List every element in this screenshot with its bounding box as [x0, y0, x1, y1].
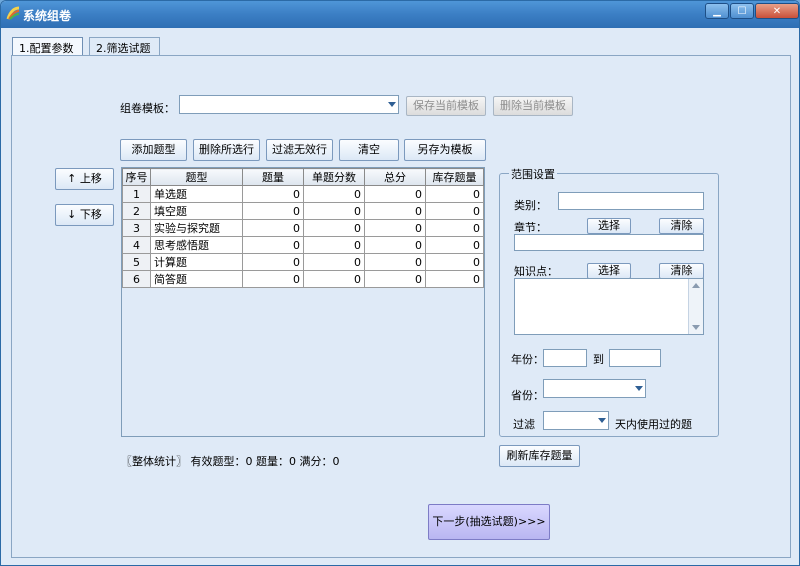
table-cell[interactable]: 0 [364, 202, 426, 220]
table-cell[interactable]: 0 [242, 253, 304, 271]
table-cell[interactable]: 计算题 [150, 253, 243, 271]
category-label: 类别： [514, 199, 547, 212]
year-from-input[interactable] [543, 349, 587, 367]
table-row[interactable]: 3 实验与探究题 0 0 0 0 [122, 219, 484, 237]
minimize-button[interactable]: ▁ [705, 3, 729, 19]
scroll-down-icon[interactable] [692, 325, 700, 330]
table-cell[interactable]: 0 [425, 270, 484, 288]
question-type-grid[interactable]: 序号 题型 题量 单题分数 总分 库存题量 1 单选题 0 0 0 0 2 填空题 0 0 0 0 3 实验与探究题… [121, 167, 485, 437]
table-cell[interactable]: 0 [242, 185, 304, 203]
app-icon [6, 6, 20, 20]
table-cell[interactable]: 0 [425, 185, 484, 203]
table-cell[interactable]: 0 [303, 253, 365, 271]
year-to-label: 到 [593, 353, 604, 366]
table-cell[interactable]: 3 [122, 219, 151, 237]
filter-invalid-rows-button[interactable]: 过滤无效行 [266, 139, 333, 161]
table-cell[interactable]: 简答题 [150, 270, 243, 288]
table-cell[interactable]: 2 [122, 202, 151, 220]
column-header[interactable]: 题型 [150, 168, 243, 186]
knowledge-point-label: 知识点： [514, 265, 558, 278]
table-row[interactable]: 4 思考感悟题 0 0 0 0 [122, 236, 484, 254]
table-cell[interactable]: 单选题 [150, 185, 243, 203]
template-combo[interactable] [179, 95, 399, 114]
save-template-button[interactable]: 保存当前模板 [406, 96, 486, 116]
table-cell[interactable]: 0 [242, 236, 304, 254]
chapter-clear-button[interactable]: 清除 [659, 218, 704, 234]
year-label: 年份： [511, 353, 544, 366]
table-cell[interactable]: 0 [242, 270, 304, 288]
window-title: 系统组卷 [23, 9, 72, 23]
table-cell[interactable]: 0 [425, 253, 484, 271]
table-cell[interactable]: 0 [303, 236, 365, 254]
table-row[interactable]: 1 单选题 0 0 0 0 [122, 185, 484, 203]
table-cell[interactable]: 0 [242, 219, 304, 237]
province-label: 省份： [511, 389, 544, 402]
table-cell[interactable]: 0 [303, 202, 365, 220]
delete-template-button[interactable]: 删除当前模板 [493, 96, 573, 116]
column-header[interactable]: 总分 [364, 168, 426, 186]
delete-selected-rows-button[interactable]: 删除所选行 [193, 139, 260, 161]
chevron-down-icon [635, 385, 643, 391]
column-header[interactable]: 库存题量 [425, 168, 484, 186]
question-type-table: 序号 题型 题量 单题分数 总分 库存题量 1 单选题 0 0 0 0 2 填空题 0 0 0 0 3 实验与探究题… [122, 168, 484, 288]
table-cell[interactable]: 5 [122, 253, 151, 271]
next-step-button[interactable]: 下一步(抽选试题)>>> [428, 504, 550, 540]
province-combo[interactable] [543, 379, 646, 398]
table-cell[interactable]: 0 [303, 270, 365, 288]
table-cell[interactable]: 0 [303, 185, 365, 203]
filter-days-combo[interactable] [543, 411, 609, 430]
table-cell[interactable]: 实验与探究题 [150, 219, 243, 237]
chevron-down-icon [598, 417, 606, 423]
chapter-input[interactable] [514, 234, 704, 251]
table-cell[interactable]: 0 [425, 202, 484, 220]
tab-config-params[interactable]: 1.配置参数 [12, 37, 83, 56]
table-cell[interactable]: 0 [303, 219, 365, 237]
table-cell[interactable]: 1 [122, 185, 151, 203]
table-cell[interactable]: 6 [122, 270, 151, 288]
maximize-button[interactable]: ☐ [730, 3, 754, 19]
chapter-select-button[interactable]: 选择 [587, 218, 631, 234]
template-label: 组卷模板： [120, 102, 175, 115]
year-to-input[interactable] [609, 349, 661, 367]
column-header[interactable]: 题量 [242, 168, 304, 186]
table-row[interactable]: 5 计算题 0 0 0 0 [122, 253, 484, 271]
table-cell[interactable]: 0 [364, 185, 426, 203]
main-window: 系统组卷 ▁ ☐ ✕ 1.配置参数 2.筛选试题 组卷模板： 保存当前模板 删除… [0, 0, 800, 566]
knowledge-point-textarea[interactable] [514, 278, 704, 335]
column-header[interactable]: 单题分数 [303, 168, 365, 186]
save-as-template-button[interactable]: 另存为模板 [404, 139, 486, 161]
range-settings-title: 范围设置 [509, 166, 557, 182]
table-cell[interactable]: 0 [364, 253, 426, 271]
table-cell[interactable]: 4 [122, 236, 151, 254]
knowledge-point-clear-button[interactable]: 清除 [659, 263, 704, 279]
table-cell[interactable]: 0 [364, 219, 426, 237]
filter-label: 过滤 [513, 418, 535, 431]
column-header[interactable]: 序号 [122, 168, 151, 186]
refresh-stock-button[interactable]: 刷新库存题量 [499, 445, 580, 467]
add-question-type-button[interactable]: 添加题型 [120, 139, 187, 161]
close-button[interactable]: ✕ [755, 3, 799, 19]
chapter-label: 章节： [514, 221, 547, 234]
category-input[interactable] [558, 192, 704, 210]
chevron-down-icon [388, 101, 396, 107]
move-down-button[interactable]: ↓ 下移 [55, 204, 114, 226]
tab-filter-questions[interactable]: 2.筛选试题 [89, 37, 160, 55]
table-row[interactable]: 2 填空题 0 0 0 0 [122, 202, 484, 220]
table-cell[interactable]: 0 [364, 270, 426, 288]
scroll-up-icon[interactable] [692, 283, 700, 288]
table-cell[interactable]: 思考感悟题 [150, 236, 243, 254]
table-row[interactable]: 6 简答题 0 0 0 0 [122, 270, 484, 288]
overall-stats: 〖整体统计〗 有效题型：0 题量：0 满分：0 [121, 455, 340, 468]
table-cell[interactable]: 填空题 [150, 202, 243, 220]
clear-button[interactable]: 清空 [339, 139, 399, 161]
table-cell[interactable]: 0 [425, 219, 484, 237]
knowledge-point-scrollbar[interactable] [688, 279, 703, 334]
table-cell[interactable]: 0 [242, 202, 304, 220]
filter-suffix-label: 天内使用过的题 [615, 418, 692, 431]
knowledge-point-select-button[interactable]: 选择 [587, 263, 631, 279]
table-cell[interactable]: 0 [364, 236, 426, 254]
title-bar[interactable]: 系统组卷 ▁ ☐ ✕ [1, 1, 799, 28]
table-cell[interactable]: 0 [425, 236, 484, 254]
move-up-button[interactable]: ↑ 上移 [55, 168, 114, 190]
